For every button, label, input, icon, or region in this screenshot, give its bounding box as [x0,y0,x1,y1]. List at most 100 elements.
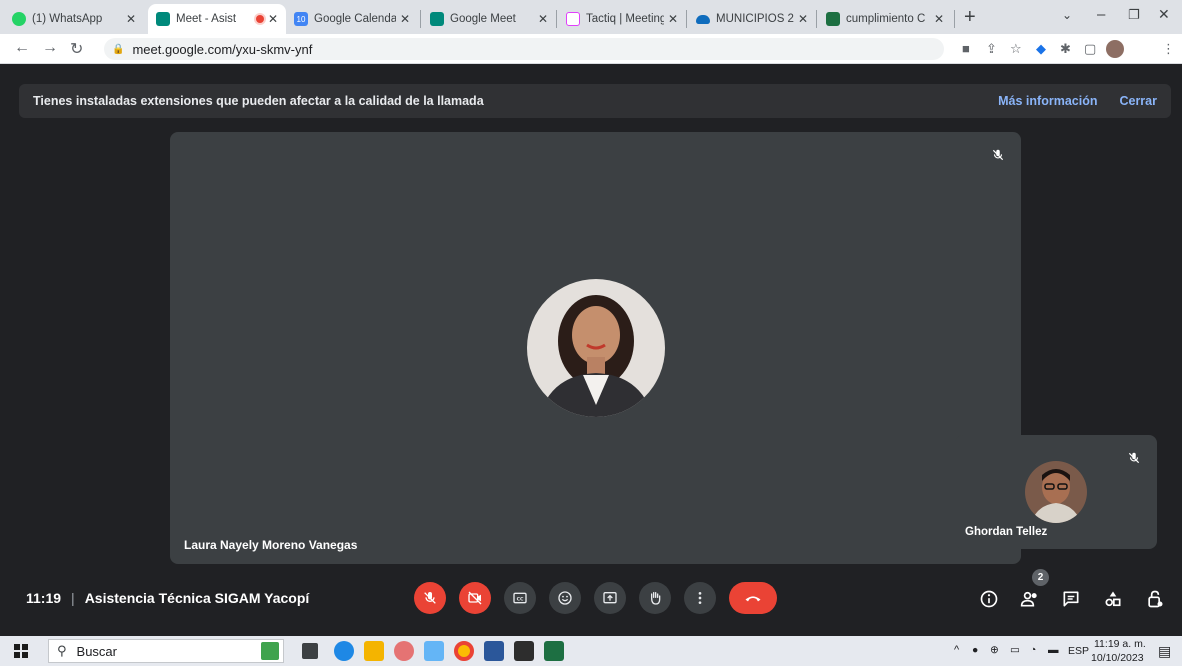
extensions-puzzle-icon[interactable]: ✱ [1060,41,1071,57]
language-indicator[interactable]: ESP [1068,645,1089,657]
whatsapp-icon [12,12,26,26]
windows-start-icon[interactable] [14,644,28,658]
extension-shield-icon[interactable]: ◆ [1036,41,1046,57]
close-tab-icon[interactable]: ✕ [934,12,944,26]
chrome-icon[interactable] [454,641,474,661]
browser-tab-meet-active[interactable]: Meet - Asist ✕ [148,4,286,34]
close-tab-icon[interactable]: ✕ [126,12,136,26]
browser-tab-municipios[interactable]: MUNICIPIOS 20 ✕ [688,4,816,34]
search-icon: ⚲ [57,643,67,658]
close-tab-icon[interactable]: ✕ [798,12,808,26]
network-icon[interactable]: ⊕ [990,644,999,656]
notifications-icon[interactable]: ▤ [1158,643,1171,660]
svg-text:CC: CC [517,596,524,602]
lock-icon: 🔒 [112,43,125,55]
search-placeholder: Buscar [76,643,117,659]
word-icon[interactable] [484,641,504,661]
hand-icon [651,592,661,605]
profile-avatar[interactable] [1106,40,1124,58]
share-icon[interactable]: ⇪ [986,41,997,57]
chevron-up-icon[interactable]: ^ [954,644,959,656]
reload-icon[interactable]: ↻ [70,39,83,59]
extension-warning-banner: Tienes instaladas extensiones que pueden… [19,84,1171,118]
restore-button[interactable]: ❐ [1128,7,1140,23]
speaker-icon[interactable]: ▬ [1048,644,1059,656]
host-lock-icon [1148,590,1163,608]
task-view-icon[interactable] [302,643,318,659]
leave-call-button[interactable] [729,582,777,614]
captions-icon: CC [513,592,527,604]
camera-in-use-icon[interactable]: ■ [962,41,970,56]
microphone-toggle-button[interactable] [414,582,446,614]
raise-hand-button[interactable] [639,582,671,614]
excel-icon[interactable] [544,641,564,661]
app-icon[interactable] [394,641,414,661]
tab-search-icon[interactable]: ⌄ [1062,8,1072,22]
captions-button[interactable]: CC [504,582,536,614]
clock-date[interactable]: 10/10/2023 [1091,652,1144,664]
chat-icon [1063,591,1079,607]
browser-tab-google-calendar[interactable]: 10 Google Calenda ✕ [286,4,418,34]
address-bar[interactable]: 🔒 meet.google.com/yxu-skmv-ynf [104,38,944,60]
microphone-tray-icon[interactable]: ● [972,644,978,656]
main-participant-tile[interactable]: Laura Nayely Moreno Vanegas [170,132,1021,564]
windows-taskbar: ⚲ Buscar ^ ● ⊕ ▭ ◔ ▬ ESP 11:19 a. m. 10/… [0,636,1182,666]
divider: | [71,590,75,606]
acrobat-icon[interactable] [514,641,534,661]
google-meet-icon [156,12,170,26]
activities-button[interactable] [1102,588,1124,610]
browser-tab-tactiq[interactable]: Tactiq | Meeting ✕ [558,4,686,34]
camera-toggle-button[interactable] [459,582,491,614]
meeting-info-button[interactable] [978,588,1000,610]
tab-divider [954,10,955,28]
meeting-time: 11:19 [26,590,62,606]
close-tab-icon[interactable]: ✕ [538,12,548,26]
mic-off-icon [985,142,1011,168]
mic-off-icon [1121,445,1147,471]
reactions-button[interactable] [549,582,581,614]
bookmark-star-icon[interactable]: ☆ [1010,41,1022,57]
participant-name: Laura Nayely Moreno Vanegas [184,538,358,552]
host-controls-button[interactable] [1144,588,1166,610]
participant-avatar [1025,461,1087,523]
edge-icon[interactable] [334,641,354,661]
browser-tab-whatsapp[interactable]: (1) WhatsApp ✕ [4,4,144,34]
side-panel-icon[interactable]: ▢ [1084,41,1096,57]
more-options-button[interactable] [684,582,716,614]
forward-arrow-icon[interactable]: → [42,39,58,57]
taskbar-search-box[interactable]: ⚲ Buscar [48,639,284,663]
present-screen-button[interactable] [594,582,626,614]
browser-tab-google-meet[interactable]: Google Meet ✕ [422,4,556,34]
close-tab-icon[interactable]: ✕ [668,12,678,26]
onedrive-icon [696,14,710,24]
info-icon [980,590,998,608]
people-button[interactable] [1019,588,1041,610]
meeting-details: 11:19 | Asistencia Técnica SIGAM Yacopí [26,590,309,606]
participant-avatar [527,279,665,417]
banner-message: Tienes instaladas extensiones que pueden… [33,94,484,108]
close-tab-icon[interactable]: ✕ [400,12,410,26]
excel-icon [826,12,840,26]
self-view-tile[interactable]: Ghordan Tellez [955,435,1157,549]
back-arrow-icon[interactable]: ← [14,39,30,57]
meeting-title: Asistencia Técnica SIGAM Yacopí [84,590,310,606]
close-tab-icon[interactable]: ✕ [268,12,278,26]
app-icon[interactable] [424,641,444,661]
minimize-button[interactable]: – [1097,6,1105,23]
close-window-button[interactable]: ✕ [1158,6,1170,23]
mic-off-icon [424,592,436,604]
more-info-link[interactable]: Más información [998,94,1097,108]
browser-tab-cumplimiento[interactable]: cumplimiento C ✕ [818,4,952,34]
participant-count-badge: 2 [1032,569,1049,586]
search-highlight-icon [261,642,279,660]
file-explorer-icon[interactable] [364,641,384,661]
new-tab-button[interactable]: + [964,6,976,29]
battery-icon[interactable]: ▭ [1010,644,1020,656]
more-vertical-icon [698,592,702,604]
tab-divider [686,10,687,28]
wifi-icon[interactable]: ◔ [1030,644,1036,656]
chrome-menu-icon[interactable]: ⋮ [1162,41,1175,57]
close-banner-button[interactable]: Cerrar [1119,94,1157,108]
clock-time[interactable]: 11:19 a. m. [1094,638,1146,650]
chat-button[interactable] [1060,588,1082,610]
